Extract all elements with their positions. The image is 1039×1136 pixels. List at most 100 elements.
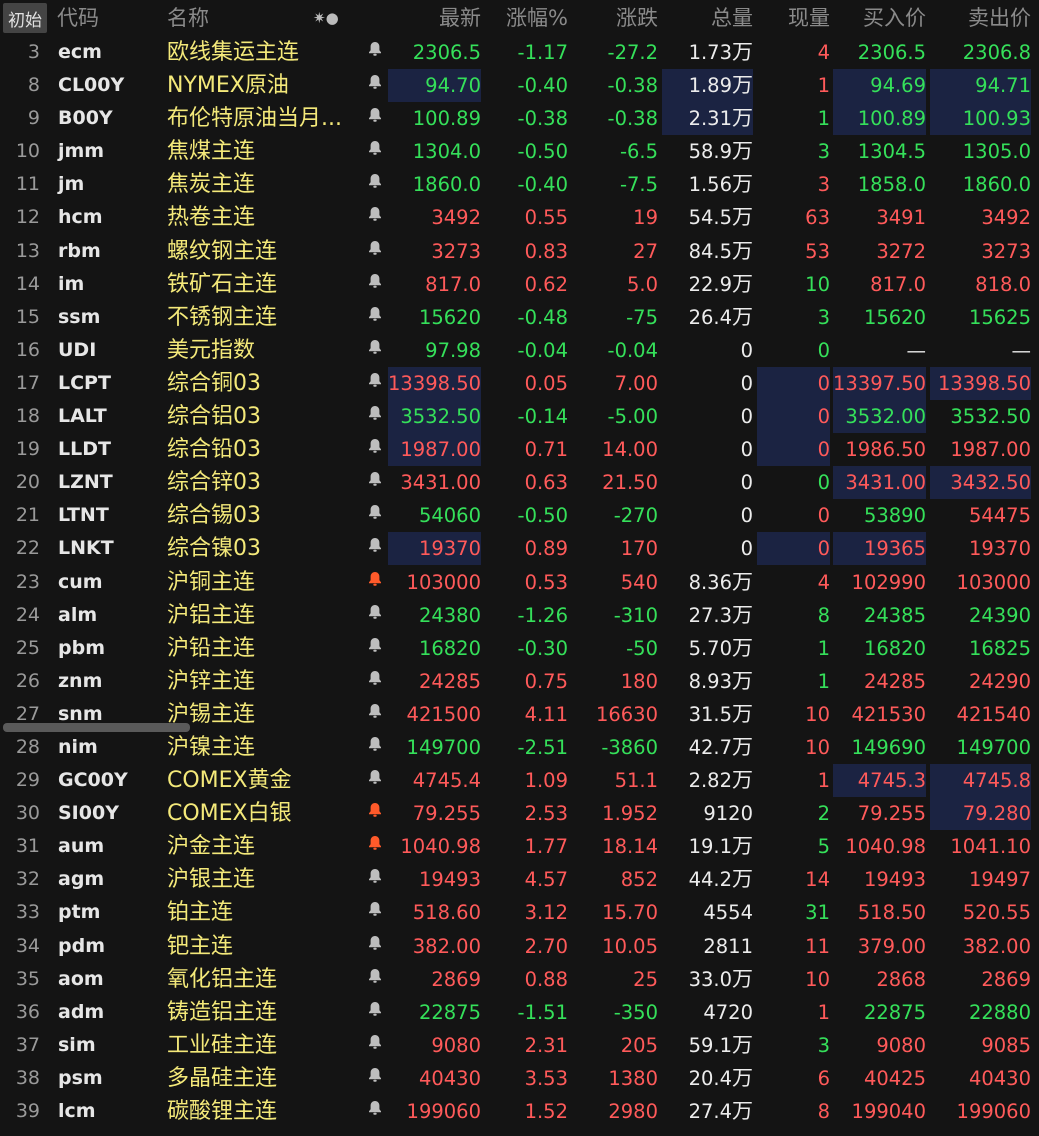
table-row[interactable]: 18 LALT 综合铝03 3532.50 -0.14 -5.00 0 0 3532.00 353… [0,400,1039,434]
header-cur[interactable]: 现量 [757,0,830,36]
table-row[interactable]: 24 alm 沪铝主连 24380 -1.26 -310 27.3万 8 24385 24390 [0,599,1039,632]
table-row[interactable]: 35 aom 氧化铝主连 2869 0.88 25 33.0万 10 2868 2869 [0,963,1039,996]
header-bid[interactable]: 买入价 [833,0,926,36]
table-row[interactable]: 13 rbm 螺纹钢主连 3273 0.83 27 84.5万 53 3272 3273 [0,235,1039,268]
table-row[interactable]: 26 znm 沪锌主连 24285 0.75 180 8.93万 1 24285 24290 [0,665,1039,698]
table-row[interactable]: 30 SI00Y COMEX白银 79.255 2.53 1.952 9120 2 79.255… [0,797,1039,831]
table-row[interactable]: 8 CL00Y NYMEX原油 94.70 -0.40 -0.38 1.89万 1 94.69 9… [0,69,1039,103]
contract-code: cum [58,570,103,593]
last-price: 421500 [406,702,481,726]
bell-icon[interactable] [364,201,386,234]
bell-icon[interactable] [364,433,386,466]
table-row[interactable]: 33 ptm 铂主连 518.60 3.12 15.70 4554 31 518.50 520.5… [0,896,1039,929]
bell-icon[interactable] [364,863,386,896]
contract-name: 沪锌主连 [167,668,256,694]
volume-unit: 万 [732,304,753,329]
bell-icon[interactable] [364,499,386,532]
table-row[interactable]: 37 sim 工业硅主连 9080 2.31 205 59.1万 3 9080 9085 [0,1029,1039,1062]
table-row[interactable]: 15 ssm 不锈钢主连 15620 -0.48 -75 26.4万 3 15620 15625 [0,301,1039,334]
table-row[interactable]: 17 LCPT 综合铜03 13398.50 0.05 7.00 0 0 13397.50 133… [0,366,1039,400]
change-percent: -0.40 [517,74,568,98]
bell-icon[interactable] [364,963,386,996]
contract-name: 布伦特原油当月... [167,106,342,132]
bell-icon[interactable] [364,69,386,102]
row-index: 18 [15,405,40,428]
table-row[interactable]: 9 B00Y 布伦特原油当月... 100.89 -0.38 -0.38 2.31万 1 100… [0,102,1039,136]
table-row[interactable]: 12 hcm 热卷主连 3492 0.55 19 54.5万 63 3491 3492 [0,201,1039,234]
bell-icon[interactable] [364,400,386,433]
table-row[interactable]: 36 adm 铸造铝主连 22875 -1.51 -350 4720 1 22875 22880 [0,996,1039,1029]
current-volume: 1 [817,636,830,660]
bell-icon[interactable] [364,532,386,565]
bell-icon[interactable] [364,367,386,400]
header-vol[interactable]: 总量 [662,0,753,36]
change-percent: 0.53 [524,570,568,594]
bell-icon[interactable] [364,135,386,168]
bell-icon[interactable] [364,1095,386,1128]
header-code[interactable]: 代码 [57,0,99,36]
bell-icon[interactable] [364,235,386,268]
table-row[interactable]: 28 nim 沪镍主连 149700 -2.51 -3860 42.7万 10 149690 14… [0,731,1039,764]
header-pct[interactable]: 涨幅% [486,0,568,36]
bell-icon[interactable] [364,301,386,334]
ask-price: 103000 [956,570,1031,594]
table-row[interactable]: 25 pbm 沪铅主连 16820 -0.30 -50 5.70万 1 16820 16825 [0,632,1039,665]
bell-icon[interactable] [364,896,386,929]
table-row[interactable]: 38 psm 多晶硅主连 40430 3.53 1380 20.4万 6 40425 40430 [0,1062,1039,1095]
bell-active-icon[interactable] [364,797,386,830]
volume-value: 84.5 [688,239,732,263]
header-ask[interactable]: 卖出价 [930,0,1031,36]
bell-icon[interactable] [364,731,386,764]
table-row[interactable]: 11 jm 焦炭主连 1860.0 -0.40 -7.5 1.56万 3 1858.0 1860.… [0,168,1039,201]
bell-icon[interactable] [364,1029,386,1062]
header-name[interactable]: 名称 [167,0,209,36]
bell-icon[interactable] [364,466,386,499]
horizontal-scrollbar[interactable] [3,723,190,732]
bell-icon[interactable] [364,665,386,698]
table-row[interactable]: 20 LZNT 综合锌03 3431.00 0.63 21.50 0 0 3431.00 3432… [0,466,1039,500]
table-row[interactable]: 14 im 铁矿石主连 817.0 0.62 5.0 22.9万 10 817.0 818.0 [0,268,1039,301]
table-row[interactable]: 34 pdm 钯主连 382.00 2.70 10.05 2811 11 379.00 382.0… [0,930,1039,963]
header-chg[interactable]: 涨跌 [572,0,658,36]
volume-value: 0 [740,471,753,495]
bell-icon[interactable] [364,599,386,632]
table-row[interactable]: 21 LTNT 综合锡03 54060 -0.50 -270 0 0 53890 54475 [0,499,1039,532]
contract-code: LNKT [58,537,114,560]
reset-button[interactable]: 初始 [3,3,47,33]
table-row[interactable]: 10 jmm 焦煤主连 1304.0 -0.50 -6.5 58.9万 3 1304.5 1305… [0,135,1039,168]
ask-price: 22880 [968,1000,1031,1024]
header-last[interactable]: 最新 [388,0,481,36]
change-percent: 1.09 [524,769,568,793]
table-row[interactable]: 23 cum 沪铜主连 103000 0.53 540 8.36万 4 102990 103000 [0,566,1039,599]
bell-icon[interactable] [364,168,386,201]
quote-table: 3 ecm 欧线集运主连 2306.5 -1.17 -27.2 1.73万 4 2306.5 23… [0,36,1039,1128]
table-row[interactable]: 19 LLDT 综合铅03 1987.00 0.71 14.00 0 0 1986.50 1987… [0,433,1039,467]
table-row[interactable]: 32 agm 沪银主连 19493 4.57 852 44.2万 14 19493 19497 [0,863,1039,896]
bell-icon[interactable] [364,930,386,963]
bell-icon[interactable] [364,698,386,731]
last-price: 149700 [406,735,481,759]
row-index: 38 [15,1066,40,1089]
bell-icon[interactable] [364,268,386,301]
bell-icon[interactable] [364,1062,386,1095]
table-row[interactable]: 29 GC00Y COMEX黄金 4745.4 1.09 51.1 2.82万 1 4745.3… [0,764,1039,798]
column-settings-icon[interactable]: ✷● [313,0,339,36]
bell-icon[interactable] [364,102,386,135]
bell-icon[interactable] [364,36,386,69]
bell-active-icon[interactable] [364,566,386,599]
bell-icon[interactable] [364,334,386,367]
bell-active-icon[interactable] [364,830,386,863]
bid-price: 19493 [863,868,926,892]
bell-icon[interactable] [364,764,386,797]
table-row[interactable]: 3 ecm 欧线集运主连 2306.5 -1.17 -27.2 1.73万 4 2306.5 23… [0,36,1039,69]
bid-price: 100.89 [833,102,926,136]
bell-icon[interactable] [364,632,386,665]
change-percent: -0.50 [517,504,568,528]
table-row[interactable]: 22 LNKT 综合镍03 19370 0.89 170 0 0 19365 19370 [0,532,1039,566]
last-price: 24285 [418,669,481,693]
bell-icon[interactable] [364,996,386,1029]
table-row[interactable]: 16 UDI 美元指数 97.98 -0.04 -0.04 0 0 — — [0,334,1039,367]
table-row[interactable]: 31 aum 沪金主连 1040.98 1.77 18.14 19.1万 5 1040.98 10… [0,830,1039,863]
bid-price: 24285 [863,669,926,693]
table-row[interactable]: 39 lcm 碳酸锂主连 199060 1.52 2980 27.4万 8 199040 1990… [0,1095,1039,1128]
